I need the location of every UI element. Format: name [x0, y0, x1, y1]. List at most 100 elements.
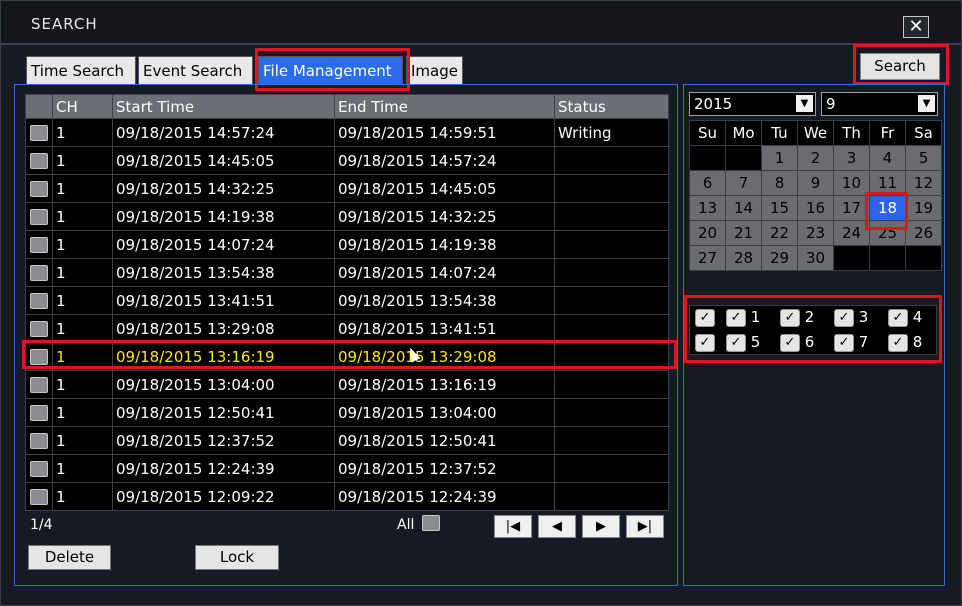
row-checkbox[interactable] [30, 153, 48, 169]
cell-end-time: 09/18/2015 13:41:51 [334, 314, 555, 343]
row-checkbox[interactable] [30, 265, 48, 281]
first-page-icon[interactable]: |◀ [494, 515, 532, 538]
calendar-day[interactable]: 13 [689, 195, 726, 221]
row-checkbox[interactable] [30, 489, 48, 505]
next-page-icon[interactable]: ▶ [582, 515, 620, 538]
calendar-day[interactable]: 3 [833, 145, 870, 171]
calendar-day[interactable]: 1 [761, 145, 798, 171]
calendar-day[interactable]: 16 [797, 195, 834, 221]
channel-item[interactable]: ✓ 7 [834, 332, 868, 352]
calendar-day[interactable]: 6 [689, 170, 726, 196]
checkbox-icon[interactable]: ✓ [695, 308, 715, 327]
calendar-day[interactable]: 18 [869, 195, 906, 221]
row-select-cell [25, 230, 53, 259]
calendar-day[interactable]: 7 [725, 170, 762, 196]
cell-ch: 1 [52, 286, 113, 315]
table-row[interactable]: 1 09/18/2015 12:24:39 09/18/2015 12:37:52 [25, 454, 669, 483]
calendar-day[interactable]: 28 [725, 245, 762, 271]
channel-all-toggle[interactable]: ✓ [695, 332, 715, 352]
row-checkbox[interactable] [30, 349, 48, 365]
row-checkbox[interactable] [30, 433, 48, 449]
tab-event-search[interactable]: Event Search [138, 56, 253, 84]
channel-item[interactable]: ✓ 5 [726, 332, 760, 352]
calendar-day[interactable]: 27 [689, 245, 726, 271]
calendar-day[interactable]: 8 [761, 170, 798, 196]
month-select[interactable]: 9 ▼ [821, 92, 938, 116]
table-row[interactable]: 1 09/18/2015 13:41:51 09/18/2015 13:54:38 [25, 286, 669, 315]
year-select[interactable]: 2015 ▼ [689, 92, 816, 116]
table-row[interactable]: 1 09/18/2015 13:04:00 09/18/2015 13:16:19 [25, 370, 669, 399]
column-header-select [25, 94, 53, 119]
calendar-day[interactable]: 15 [761, 195, 798, 221]
table-row[interactable]: 1 09/18/2015 12:50:41 09/18/2015 13:04:00 [25, 398, 669, 427]
table-row[interactable]: 1 09/18/2015 13:16:19 09/18/2015 13:29:08 [25, 342, 669, 371]
row-checkbox[interactable] [30, 461, 48, 477]
calendar-day[interactable]: 12 [905, 170, 942, 196]
close-icon[interactable]: ✕ [903, 16, 929, 38]
last-page-icon[interactable]: ▶| [626, 515, 664, 538]
calendar-day[interactable]: 24 [833, 220, 870, 246]
table-row[interactable]: 1 09/18/2015 14:19:38 09/18/2015 14:32:25 [25, 202, 669, 231]
calendar-day[interactable]: 11 [869, 170, 906, 196]
table-row[interactable]: 1 09/18/2015 14:45:05 09/18/2015 14:57:24 [25, 146, 669, 175]
channel-all-toggle[interactable]: ✓ [695, 307, 715, 327]
checkbox-icon[interactable]: ✓ [834, 308, 854, 327]
table-row[interactable]: 1 09/18/2015 14:57:24 09/18/2015 14:59:51 W… [25, 118, 669, 147]
calendar-day[interactable]: 25 [869, 220, 906, 246]
calendar-day[interactable]: 14 [725, 195, 762, 221]
table-row[interactable]: 1 09/18/2015 13:29:08 09/18/2015 13:41:51 [25, 314, 669, 343]
table-row[interactable]: 1 09/18/2015 13:54:38 09/18/2015 14:07:24 [25, 258, 669, 287]
checkbox-icon[interactable]: ✓ [888, 333, 908, 352]
cell-start-time: 09/18/2015 13:04:00 [112, 370, 335, 399]
checkbox-icon[interactable]: ✓ [834, 333, 854, 352]
calendar-day[interactable]: 29 [761, 245, 798, 271]
calendar-day[interactable]: 9 [797, 170, 834, 196]
table-row[interactable]: 1 09/18/2015 14:32:25 09/18/2015 14:45:05 [25, 174, 669, 203]
channel-item[interactable]: ✓ 1 [726, 307, 760, 327]
calendar-day[interactable]: 4 [869, 145, 906, 171]
calendar-day[interactable]: 5 [905, 145, 942, 171]
calendar-day[interactable]: 10 [833, 170, 870, 196]
checkbox-icon[interactable]: ✓ [726, 308, 746, 327]
row-checkbox[interactable] [30, 237, 48, 253]
table-row[interactable]: 1 09/18/2015 14:07:24 09/18/2015 14:19:38 [25, 230, 669, 259]
tab-image[interactable]: Image [406, 56, 463, 84]
checkbox-icon[interactable]: ✓ [726, 333, 746, 352]
checkbox-icon[interactable]: ✓ [888, 308, 908, 327]
calendar-week: 27 28 29 30 [689, 245, 942, 271]
calendar-day[interactable]: 20 [689, 220, 726, 246]
row-checkbox[interactable] [30, 125, 48, 141]
prev-page-icon[interactable]: ◀ [538, 515, 576, 538]
checkbox-icon[interactable]: ✓ [780, 333, 800, 352]
search-button[interactable]: Search [860, 53, 940, 80]
tab-time-search[interactable]: Time Search [26, 56, 136, 84]
tab-file-management[interactable]: File Management [258, 56, 403, 84]
row-checkbox[interactable] [30, 377, 48, 393]
row-checkbox[interactable] [30, 209, 48, 225]
channel-item[interactable]: ✓ 2 [780, 307, 814, 327]
channel-item[interactable]: ✓ 8 [888, 332, 922, 352]
channel-item[interactable]: ✓ 6 [780, 332, 814, 352]
lock-button[interactable]: Lock [195, 545, 279, 570]
calendar-day[interactable]: 21 [725, 220, 762, 246]
calendar-day[interactable]: 19 [905, 195, 942, 221]
channel-item[interactable]: ✓ 3 [834, 307, 868, 327]
channel-item[interactable]: ✓ 4 [888, 307, 922, 327]
calendar-day[interactable]: 26 [905, 220, 942, 246]
select-all-checkbox[interactable] [422, 515, 440, 531]
delete-button[interactable]: Delete [28, 545, 111, 570]
cell-status [554, 258, 669, 287]
row-checkbox[interactable] [30, 405, 48, 421]
checkbox-icon[interactable]: ✓ [695, 333, 715, 352]
checkbox-icon[interactable]: ✓ [780, 308, 800, 327]
calendar-day[interactable]: 2 [797, 145, 834, 171]
calendar-day[interactable]: 23 [797, 220, 834, 246]
table-row[interactable]: 1 09/18/2015 12:09:22 09/18/2015 12:24:39 [25, 482, 669, 511]
row-checkbox[interactable] [30, 293, 48, 309]
table-row[interactable]: 1 09/18/2015 12:37:52 09/18/2015 12:50:41 [25, 426, 669, 455]
calendar-day[interactable]: 17 [833, 195, 870, 221]
calendar-day[interactable]: 30 [797, 245, 834, 271]
row-checkbox[interactable] [30, 181, 48, 197]
calendar-day[interactable]: 22 [761, 220, 798, 246]
row-checkbox[interactable] [30, 321, 48, 337]
